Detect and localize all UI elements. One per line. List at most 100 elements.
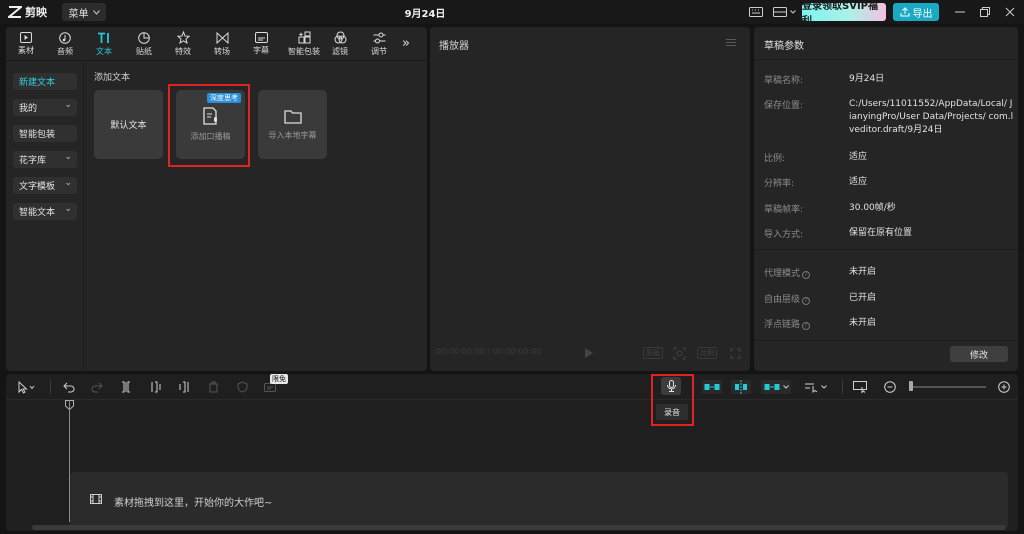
drop-hint: 素材拖拽到这里，开始你的大作吧~ <box>114 498 273 509</box>
delete-icon[interactable] <box>205 380 221 394</box>
tab-adjust[interactable]: 调节 <box>363 29 395 59</box>
timeline-panel: 限免 素材拖拽到这里，开始你的大作吧~ 录音 <box>6 374 1018 531</box>
player-menu-icon[interactable] <box>726 39 736 48</box>
divider <box>754 59 1018 60</box>
sidebar-item-label: 智能包装 <box>19 130 56 140</box>
sidebar-item-label: 新建文本 <box>19 78 56 88</box>
title-bar: 剪映 菜单 9月24日 登录领取SVIP福利 导出 <box>0 0 1024 27</box>
sidebar-item-smart-text[interactable]: 智能文本 ⌄ <box>13 203 77 220</box>
close-icon[interactable] <box>1003 4 1017 20</box>
more-tabs-icon[interactable]: » <box>402 36 410 51</box>
audio-icon <box>59 31 71 44</box>
fullscreen-icon[interactable] <box>730 346 741 360</box>
focus-icon[interactable] <box>673 346 686 360</box>
tab-subtitle[interactable]: 字幕 <box>245 29 277 59</box>
prop-key: 自由层级 <box>764 295 801 305</box>
zoom-out-icon[interactable] <box>882 380 898 394</box>
tab-smart-pack[interactable]: 智能包装 <box>286 29 322 59</box>
shortcut-keyboard-icon[interactable] <box>748 4 764 20</box>
timeline-preview-icon[interactable] <box>851 380 869 394</box>
card-label: 默认文本 <box>110 121 147 131</box>
split-icon[interactable] <box>118 380 134 394</box>
auto-snap-icon[interactable] <box>731 380 751 394</box>
menu-label: 菜单 <box>68 8 89 20</box>
layout-switch-icon[interactable] <box>772 4 796 20</box>
fit-button[interactable]: 原画 <box>643 347 663 359</box>
sidebar-item-flower-text[interactable]: 花字库 ⌄ <box>13 151 77 168</box>
smart-pack-icon <box>298 31 310 44</box>
sidebar-item-label: 花字库 <box>19 156 47 166</box>
minimize-icon[interactable] <box>953 4 967 20</box>
tab-effects[interactable]: 特效 <box>167 29 199 59</box>
player-panel: 播放器 00:00:00:00 / 00:00:00:00 原画 比例 <box>430 27 750 371</box>
play-icon[interactable] <box>584 346 594 360</box>
tab-label: 音频 <box>57 46 73 56</box>
tab-transition[interactable]: 转场 <box>206 29 238 59</box>
sidebar-item-mine[interactable]: 我的 ⌄ <box>13 99 77 116</box>
tab-label: 滤镜 <box>332 47 348 56</box>
divider <box>842 379 843 394</box>
text-icon <box>98 32 109 43</box>
media-icon <box>20 32 32 43</box>
vip-promo-button[interactable]: 登录领取SVIP福利 <box>802 1 886 27</box>
sidebar-item-text-template[interactable]: 文字模板 ⌄ <box>13 177 77 194</box>
filter-icon <box>334 31 346 44</box>
undo-icon[interactable] <box>61 380 77 394</box>
properties-title: 草稿参数 <box>764 41 804 52</box>
main-track-drop-zone[interactable]: 素材拖拽到这里，开始你的大作吧~ <box>70 472 1008 529</box>
tab-filter[interactable]: 滤镜 <box>324 29 356 59</box>
split-right-icon[interactable] <box>176 380 192 394</box>
zoom-in-icon[interactable] <box>996 380 1012 394</box>
shield-icon[interactable] <box>234 380 250 394</box>
restore-icon[interactable] <box>978 4 992 20</box>
sidebar-item-smart-pack[interactable]: 智能包装 <box>13 125 77 142</box>
prop-key: 浮点链路 <box>764 320 801 330</box>
menu-button[interactable]: 菜单 <box>62 3 106 21</box>
prop-key: 草稿名称: <box>764 76 804 86</box>
timeline-toolbar: 限免 <box>6 374 1018 400</box>
tab-audio[interactable]: 音频 <box>49 29 81 59</box>
tab-label: 贴纸 <box>136 46 152 56</box>
export-button[interactable]: 导出 <box>893 3 939 21</box>
film-icon <box>90 494 102 504</box>
chevron-down-icon: ⌄ <box>64 178 72 188</box>
track-area: 素材拖拽到这里，开始你的大作吧~ <box>6 400 1018 531</box>
tab-media[interactable]: 素材 <box>10 29 42 59</box>
tab-label: 调节 <box>371 46 387 56</box>
zoom-slider-handle[interactable] <box>909 381 913 391</box>
linkage-icon[interactable] <box>761 380 791 394</box>
redo-icon[interactable] <box>89 380 105 394</box>
split-left-icon[interactable] <box>148 380 164 394</box>
preview-axis-icon[interactable] <box>801 380 829 394</box>
chevron-down-icon: ⌄ <box>64 152 72 162</box>
prop-key: 保存位置: <box>764 101 804 111</box>
adjust-icon <box>373 32 385 43</box>
prop-value: 保留在原有位置 <box>849 228 913 238</box>
help-icon[interactable]: ? <box>802 297 811 305</box>
timeline-scrollbar[interactable] <box>32 525 1006 530</box>
default-text-card[interactable]: 默认文本 <box>94 90 163 159</box>
help-icon[interactable]: ? <box>802 322 811 330</box>
sidebar-item-new-text[interactable]: 新建文本 <box>13 73 77 90</box>
zoom-slider-track[interactable] <box>911 386 986 388</box>
media-tab-bar: 素材 音频 文本 贴纸 特效 转场 字幕 智能包装 滤镜 调节 » <box>6 27 427 61</box>
edit-button[interactable]: 修改 <box>950 346 1008 362</box>
chevron-down-icon <box>92 9 100 15</box>
sidebar-item-label: 智能文本 <box>19 208 56 218</box>
prop-key: 比例: <box>764 154 786 164</box>
tab-label: 转场 <box>214 46 230 56</box>
free-badge: 限免 <box>270 374 288 384</box>
app-logo: 剪映 <box>8 5 47 19</box>
import-subtitle-card[interactable]: 导入本地字幕 <box>258 90 327 159</box>
help-icon[interactable]: ? <box>802 271 811 279</box>
tab-text[interactable]: 文本 <box>88 29 120 59</box>
tab-sticker[interactable]: 贴纸 <box>128 29 160 59</box>
prop-value: 未开启 <box>849 318 877 328</box>
folder-icon <box>283 109 302 124</box>
link-main-track-icon[interactable] <box>702 380 722 394</box>
card-label: 导入本地字幕 <box>268 130 317 140</box>
playback-time: 00:00:00:00 / 00:00:00:00 <box>436 347 542 356</box>
select-tool-icon[interactable] <box>14 380 40 394</box>
ratio-button[interactable]: 比例 <box>697 347 717 359</box>
prop-key: 草稿帧率: <box>764 205 804 215</box>
